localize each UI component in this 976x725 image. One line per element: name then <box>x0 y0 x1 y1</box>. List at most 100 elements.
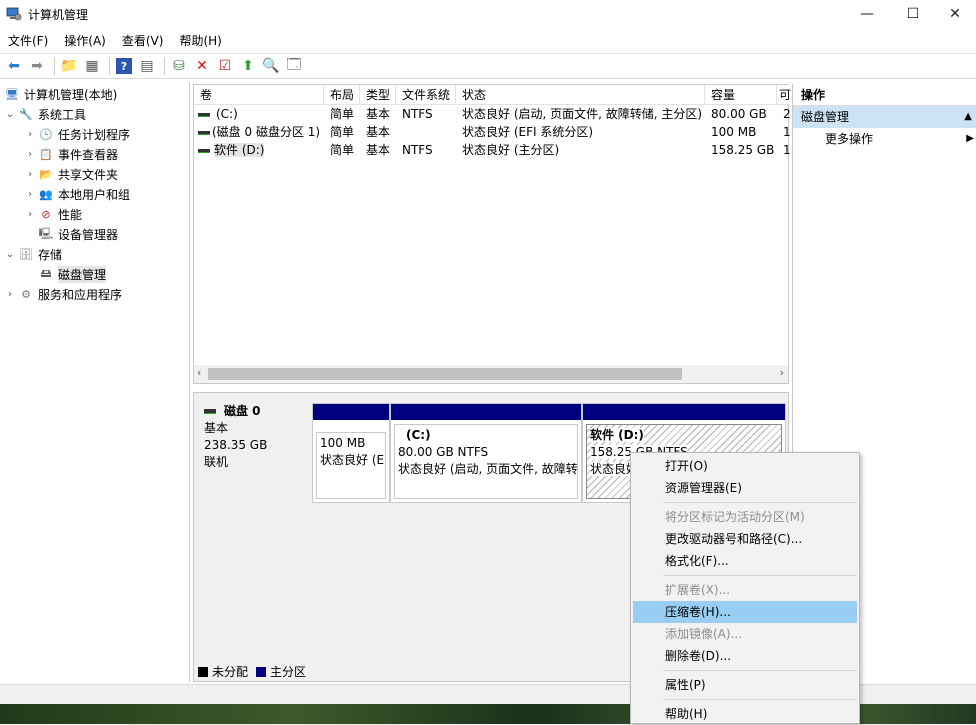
up-folder-button[interactable]: 📁 <box>59 56 79 76</box>
layout-cell: 简单 <box>330 143 355 157</box>
menu-item-explorer[interactable]: 资源管理器(E) <box>633 477 857 499</box>
collapse-up-icon[interactable]: ▲ <box>964 106 972 128</box>
volume-name: (C:) <box>216 107 238 121</box>
column-header-status[interactable]: 状态 <box>456 85 705 105</box>
tree-item-local-users[interactable]: › 👥 本地用户和组 <box>24 184 130 204</box>
scroll-right-icon[interactable]: › <box>780 366 784 379</box>
storage-icon: 🗄 <box>19 247 33 261</box>
users-icon: 👥 <box>39 187 53 201</box>
check-button[interactable]: ☑ <box>215 56 235 76</box>
disk-type: 基本 <box>204 421 229 435</box>
status-cell: 状态良好 (EFI 系统分区) <box>462 125 594 139</box>
free-cell: 1 <box>783 143 790 157</box>
toolbar: ⬅ ➡ 📁 ▦ ? ▤ ⛁ ✕ ☑ ⬆ 🔍 🗔 <box>0 53 976 79</box>
column-header-filesystem[interactable]: 文件系统 <box>396 85 456 105</box>
menu-item-add-mirror[interactable]: 添加镜像(A)... <box>633 623 857 645</box>
menu-item-format[interactable]: 格式化(F)... <box>633 550 857 572</box>
chevron-right-icon[interactable]: › <box>24 169 36 180</box>
table-row[interactable]: (磁盘 0 磁盘分区 1) 简单 基本 状态良好 (EFI 系统分区) 100 … <box>194 123 790 141</box>
minimize-button[interactable]: — <box>844 0 890 28</box>
tree-item-performance[interactable]: › ⊘ 性能 <box>24 204 82 224</box>
minimize-icon: — <box>860 6 874 22</box>
show-action-pane-button[interactable]: ▤ <box>137 56 157 76</box>
close-button[interactable]: ✕ <box>932 0 976 28</box>
tree-item-event-viewer[interactable]: › 📋 事件查看器 <box>24 144 118 164</box>
chevron-right-icon[interactable]: › <box>4 289 16 300</box>
show-hide-tree-button[interactable]: ▦ <box>82 56 102 76</box>
tree-item-label: 磁盘管理 <box>58 265 107 283</box>
tree-item-storage[interactable]: ⌄ 🗄 存储 <box>4 244 62 264</box>
horizontal-scrollbar[interactable]: ‹ › <box>194 365 788 383</box>
scroll-left-icon[interactable]: ‹ <box>197 366 201 379</box>
disk-label-panel[interactable]: 磁盘 0 基本 238.35 GB 联机 <box>196 397 310 507</box>
menu-item-extend-volume[interactable]: 扩展卷(X)... <box>633 579 857 601</box>
tree-item-system-tools[interactable]: ⌄ 🔧 系统工具 <box>4 104 86 124</box>
tree-item-root[interactable]: 🖥 计算机管理(本地) <box>2 84 117 104</box>
chevron-right-icon[interactable]: › <box>24 209 36 220</box>
delete-button[interactable]: ✕ <box>192 56 212 76</box>
menu-file[interactable]: 文件(F) <box>0 32 56 49</box>
menu-action[interactable]: 操作(A) <box>56 32 114 49</box>
column-header-layout[interactable]: 布局 <box>324 85 360 105</box>
help-icon: ? <box>116 58 132 74</box>
connect-drive-button[interactable]: ⛁ <box>169 56 189 76</box>
tree-item-label: 存储 <box>38 247 63 262</box>
partition-title: 软件 (D:) <box>590 427 778 444</box>
partition-c[interactable]: (C:) 80.00 GB NTFS 状态良好 (启动, 页面文件, 故障转 <box>390 403 582 503</box>
back-button[interactable]: ⬅ <box>4 56 24 76</box>
maximize-button[interactable]: ☐ <box>890 0 936 28</box>
menu-item-change-drive-letter[interactable]: 更改驱动器号和路径(C)... <box>633 528 857 550</box>
table-row[interactable]: (C:) 简单 基本 NTFS 状态良好 (启动, 页面文件, 故障转储, 主分… <box>194 105 790 123</box>
partition-status: 状态良好 (E <box>320 453 385 467</box>
scrollbar-thumb[interactable] <box>208 368 682 380</box>
unallocated-swatch <box>198 666 208 677</box>
table-row[interactable]: 软件 (D:) 简单 基本 NTFS 状态良好 (主分区) 158.25 GB … <box>194 141 790 159</box>
chevron-right-icon[interactable]: › <box>24 189 36 200</box>
column-header-free[interactable]: 可 <box>777 85 791 105</box>
search-button[interactable]: 🔍 <box>261 56 281 76</box>
properties-button[interactable]: 🗔 <box>284 56 304 76</box>
tree-item-disk-management[interactable]: 🖴 磁盘管理 <box>24 264 107 284</box>
menu-item-shrink-volume[interactable]: 压缩卷(H)... <box>633 601 857 623</box>
tree-item-label: 本地用户和组 <box>58 187 131 202</box>
tree-item-shared-folders[interactable]: › 📂 共享文件夹 <box>24 164 118 184</box>
title-bar: 计算机管理 — ☐ ✕ <box>0 0 976 28</box>
action-more-actions[interactable]: 更多操作 ▶ <box>793 128 976 150</box>
action-label: 更多操作 <box>825 132 874 146</box>
capacity-cell: 158.25 GB <box>711 143 775 157</box>
menu-item-delete-volume[interactable]: 删除卷(D)... <box>633 645 857 667</box>
chevron-down-icon[interactable]: ⌄ <box>4 109 16 120</box>
chevron-right-icon[interactable]: › <box>24 149 36 160</box>
tree-item-services-apps[interactable]: › ⚙ 服务和应用程序 <box>4 284 122 304</box>
tree-item-task-scheduler[interactable]: › 🕒 任务计划程序 <box>24 124 130 144</box>
menu-item-help[interactable]: 帮助(H) <box>633 703 857 725</box>
computer-management-window: 计算机管理 — ☐ ✕ 文件(F) 操作(A) 查看(V) 帮助(H) ⬅ ➡ … <box>0 0 976 724</box>
menu-item-open[interactable]: 打开(O) <box>633 455 857 477</box>
column-header-volume[interactable]: 卷 <box>194 85 324 105</box>
menu-help[interactable]: 帮助(H) <box>171 32 229 49</box>
partition-efi[interactable]: 100 MB 状态良好 (E <box>312 403 390 503</box>
green-arrow-icon: ⬆ <box>242 58 254 74</box>
capacity-cell: 80.00 GB <box>711 107 767 121</box>
column-header-capacity[interactable]: 容量 <box>705 85 777 105</box>
help-button[interactable]: ? <box>114 56 134 76</box>
action-section-disk-management[interactable]: 磁盘管理 ▲ <box>793 106 976 128</box>
chevron-down-icon[interactable]: ⌄ <box>4 249 16 260</box>
volume-icon <box>198 112 210 117</box>
tree-item-device-manager[interactable]: 🖳 设备管理器 <box>24 224 118 244</box>
primary-partition-bar <box>391 404 581 420</box>
action-section-label: 磁盘管理 <box>801 110 850 124</box>
partition-info: 100 MB 状态良好 (E <box>316 432 386 499</box>
chevron-right-icon[interactable]: › <box>24 129 36 140</box>
device-manager-icon: 🖳 <box>38 226 54 240</box>
refresh-button[interactable]: ⬆ <box>238 56 258 76</box>
menu-item-properties[interactable]: 属性(P) <box>633 674 857 696</box>
volume-name: 软件 (D:) <box>214 143 265 157</box>
event-log-icon: 📋 <box>39 147 53 161</box>
forward-button[interactable]: ➡ <box>27 56 47 76</box>
menu-view[interactable]: 查看(V) <box>114 32 172 49</box>
close-icon: ✕ <box>949 6 961 22</box>
column-header-type[interactable]: 类型 <box>360 85 396 105</box>
menu-item-mark-active[interactable]: 将分区标记为活动分区(M) <box>633 506 857 528</box>
volume-icon <box>198 130 210 135</box>
